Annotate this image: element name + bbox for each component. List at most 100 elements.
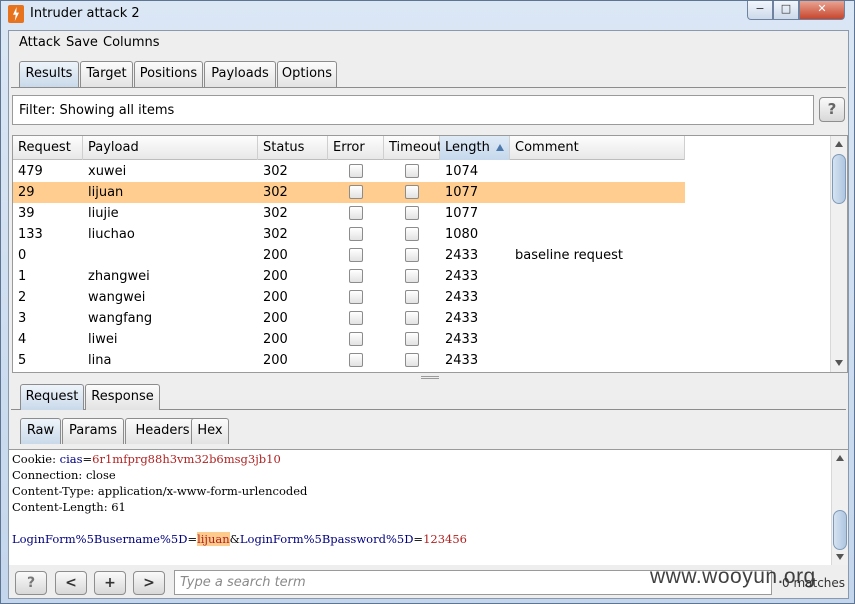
minimize-button[interactable]: − <box>747 1 773 20</box>
timeout-checkbox <box>405 227 419 241</box>
scroll-up-icon[interactable] <box>835 141 843 147</box>
cell-status: 200 <box>263 311 288 326</box>
error-checkbox <box>349 332 363 346</box>
password-param-value: 123456 <box>423 532 467 546</box>
cell-status: 200 <box>263 269 288 284</box>
username-param-value: lijuan <box>197 532 230 546</box>
search-help-button[interactable]: ? <box>15 571 47 595</box>
filter-bar[interactable]: Filter: Showing all items <box>12 95 814 125</box>
cell-status: 302 <box>263 206 288 221</box>
tab-target[interactable]: Target <box>80 61 133 87</box>
cell-length: 2433 <box>445 290 479 305</box>
burp-app-icon <box>8 5 24 23</box>
table-row[interactable]: 479 xuwei 302 1074 <box>13 161 685 182</box>
password-param-key: LoginForm%5Bpassword%5D <box>239 532 414 546</box>
table-row[interactable]: 4 liwei 200 2433 <box>13 329 685 350</box>
cell-comment <box>510 329 520 350</box>
raw-request-editor[interactable]: Cookie: cias=6r1mfprg88h3vm32b6msg3jb10 … <box>9 449 848 565</box>
table-header: Request Payload Status Error Timeout Len… <box>13 136 685 160</box>
cell-payload: xuwei <box>88 164 127 179</box>
table-row[interactable]: 3 wangfang 200 2433 <box>13 308 685 329</box>
timeout-checkbox <box>405 164 419 178</box>
cookie-name: cias <box>59 452 83 466</box>
table-row[interactable]: 5 lina 200 2433 <box>13 350 685 371</box>
cell-length: 2433 <box>445 353 479 368</box>
table-scrollbar[interactable] <box>830 136 847 372</box>
editor-scroll-up-icon[interactable] <box>836 455 844 461</box>
close-button[interactable]: ✕ <box>799 1 845 20</box>
cell-payload: lina <box>88 353 112 368</box>
timeout-checkbox <box>405 290 419 304</box>
table-row[interactable]: 133 liuchao 302 1080 <box>13 224 685 245</box>
search-prev-button[interactable]: < <box>55 571 87 595</box>
cookie-line: Cookie: cias=6r1mfprg88h3vm32b6msg3jb10 <box>12 452 281 468</box>
menu-save[interactable]: Save <box>66 35 98 50</box>
tab-request[interactable]: Request <box>20 384 84 410</box>
table-row[interactable]: 39 liujie 302 1077 <box>13 203 685 224</box>
error-checkbox <box>349 206 363 220</box>
timeout-checkbox <box>405 269 419 283</box>
body-amp: & <box>229 532 240 546</box>
username-param-key: LoginForm%5Busername%5D <box>12 532 188 546</box>
cell-request: 2 <box>18 290 27 305</box>
cell-request: 479 <box>18 164 43 179</box>
maximize-button[interactable]: □ <box>773 1 799 20</box>
table-row[interactable]: 0 200 2433 baseline request <box>13 245 685 266</box>
pane-splitter[interactable] <box>421 376 439 379</box>
search-next-button[interactable]: > <box>133 571 165 595</box>
col-payload-header[interactable]: Payload <box>83 136 258 160</box>
cell-comment <box>510 350 520 371</box>
error-checkbox <box>349 185 363 199</box>
cell-comment <box>510 266 520 287</box>
menu-bar: Attack Save Columns <box>9 31 848 55</box>
tab-params[interactable]: Params <box>62 418 124 444</box>
editor-scrollbar[interactable] <box>831 450 848 565</box>
timeout-checkbox <box>405 185 419 199</box>
table-row[interactable]: 1 zhangwei 200 2433 <box>13 266 685 287</box>
col-length-label: Length <box>445 140 490 155</box>
editor-scroll-down-icon[interactable] <box>836 554 844 560</box>
cell-length: 2433 <box>445 311 479 326</box>
timeout-checkbox <box>405 311 419 325</box>
menu-attack[interactable]: Attack <box>19 35 61 50</box>
table-row[interactable]: 2 wangwei 200 2433 <box>13 287 685 308</box>
cell-comment <box>510 287 520 308</box>
content-type-line: Content-Type: application/x-www-form-url… <box>12 484 308 498</box>
tab-headers[interactable]: Headers <box>125 418 200 444</box>
cell-payload: wangwei <box>88 290 146 305</box>
tab-raw[interactable]: Raw <box>20 418 61 444</box>
tab-options[interactable]: Options <box>277 61 337 87</box>
menu-columns[interactable]: Columns <box>103 35 160 50</box>
watermark-text: www.wooyun.org <box>650 565 816 588</box>
col-error-header[interactable]: Error <box>328 136 384 160</box>
client-area: Attack Save Columns Results Target Posit… <box>8 30 849 599</box>
search-add-button[interactable]: + <box>94 571 126 595</box>
cookie-header-key: Cookie: <box>12 452 60 466</box>
cell-payload: liwei <box>88 332 118 347</box>
tab-results[interactable]: Results <box>19 61 79 87</box>
cell-status: 302 <box>263 227 288 242</box>
cell-length: 1074 <box>445 164 479 179</box>
tab-hex[interactable]: Hex <box>191 418 229 444</box>
error-checkbox <box>349 290 363 304</box>
col-comment-header[interactable]: Comment <box>510 136 685 160</box>
cell-status: 302 <box>263 185 288 200</box>
tab-positions[interactable]: Positions <box>134 61 203 87</box>
tab-payloads[interactable]: Payloads <box>204 61 276 87</box>
cell-request: 3 <box>18 311 27 326</box>
scroll-down-icon[interactable] <box>835 360 843 366</box>
title-bar[interactable]: Intruder attack 2 − □ ✕ <box>1 1 854 29</box>
tab-response[interactable]: Response <box>85 384 160 410</box>
editor-scroll-thumb[interactable] <box>833 510 847 550</box>
filter-help-button[interactable]: ? <box>819 97 845 122</box>
col-status-header[interactable]: Status <box>258 136 328 160</box>
col-request-header[interactable]: Request <box>13 136 83 160</box>
cell-status: 302 <box>263 164 288 179</box>
error-checkbox <box>349 164 363 178</box>
scroll-thumb[interactable] <box>832 154 846 204</box>
cell-request: 5 <box>18 353 27 368</box>
table-row[interactable]: 29 lijuan 302 1077 <box>13 182 685 203</box>
col-length-header[interactable]: Length <box>440 136 510 160</box>
error-checkbox <box>349 353 363 367</box>
col-timeout-header[interactable]: Timeout <box>384 136 442 160</box>
